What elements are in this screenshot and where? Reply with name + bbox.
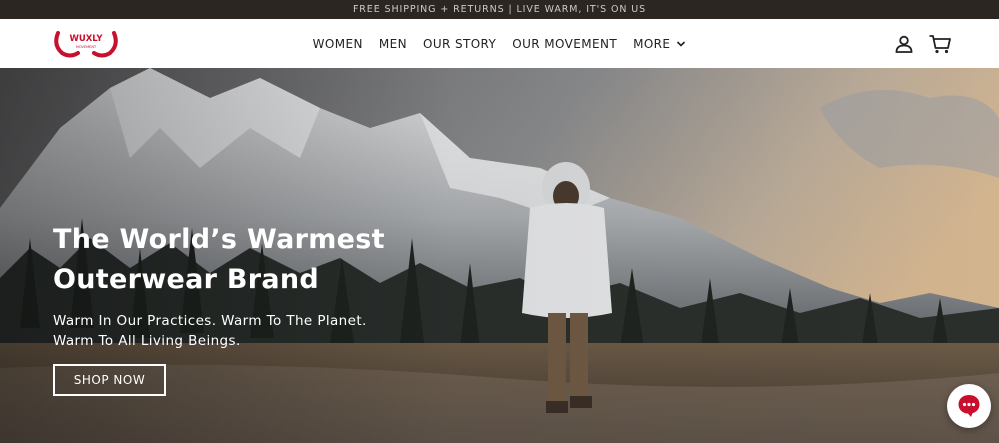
nav-item-label: OUR MOVEMENT — [512, 36, 618, 51]
hero-subtitle-line: Warm In Our Practices. Warm To The Plane… — [53, 313, 367, 329]
chat-launcher-button[interactable] — [947, 384, 991, 428]
hero-subtitle-line: Warm To All Living Beings. — [53, 333, 241, 349]
chat-bubble-icon — [958, 395, 980, 417]
announcement-text: FREE SHIPPING + RETURNS | LIVE WARM, IT'… — [352, 4, 647, 15]
hero-subtitle: Warm In Our Practices. Warm To The Plane… — [53, 311, 433, 351]
hero-title: The World’s Warmest Outerwear Brand — [53, 220, 433, 300]
nav-item-label: MORE — [633, 36, 671, 51]
nav-item-label: MEN — [378, 36, 407, 51]
nav-item-our-story[interactable]: OUR STORY — [415, 37, 504, 51]
site-header: WUXLY MOVEMENT WOMEN MEN OUR STORY OUR M… — [0, 19, 999, 69]
nav-item-label: WOMEN — [312, 36, 363, 51]
hero-title-line: Outerwear Brand — [53, 264, 320, 295]
user-icon[interactable] — [893, 33, 915, 55]
nav-item-more[interactable]: MORE — [625, 37, 694, 51]
announcement-bar: FREE SHIPPING + RETURNS | LIVE WARM, IT'… — [0, 0, 999, 19]
shop-now-label: SHOP NOW — [73, 373, 146, 387]
nav-item-our-movement[interactable]: OUR MOVEMENT — [504, 37, 625, 51]
nav-item-women[interactable]: WOMEN — [305, 37, 371, 51]
main-nav: WOMEN MEN OUR STORY OUR MOVEMENT MORE — [0, 19, 999, 68]
nav-item-label: OUR STORY — [422, 36, 497, 51]
nav-item-men[interactable]: MEN — [371, 37, 415, 51]
hero-title-line: The World’s Warmest — [53, 224, 385, 255]
cart-icon[interactable] — [928, 33, 952, 55]
shop-now-button[interactable]: SHOP NOW — [53, 364, 166, 396]
chevron-down-icon — [677, 40, 686, 47]
hero-banner: The World’s Warmest Outerwear Brand Warm… — [0, 68, 999, 443]
